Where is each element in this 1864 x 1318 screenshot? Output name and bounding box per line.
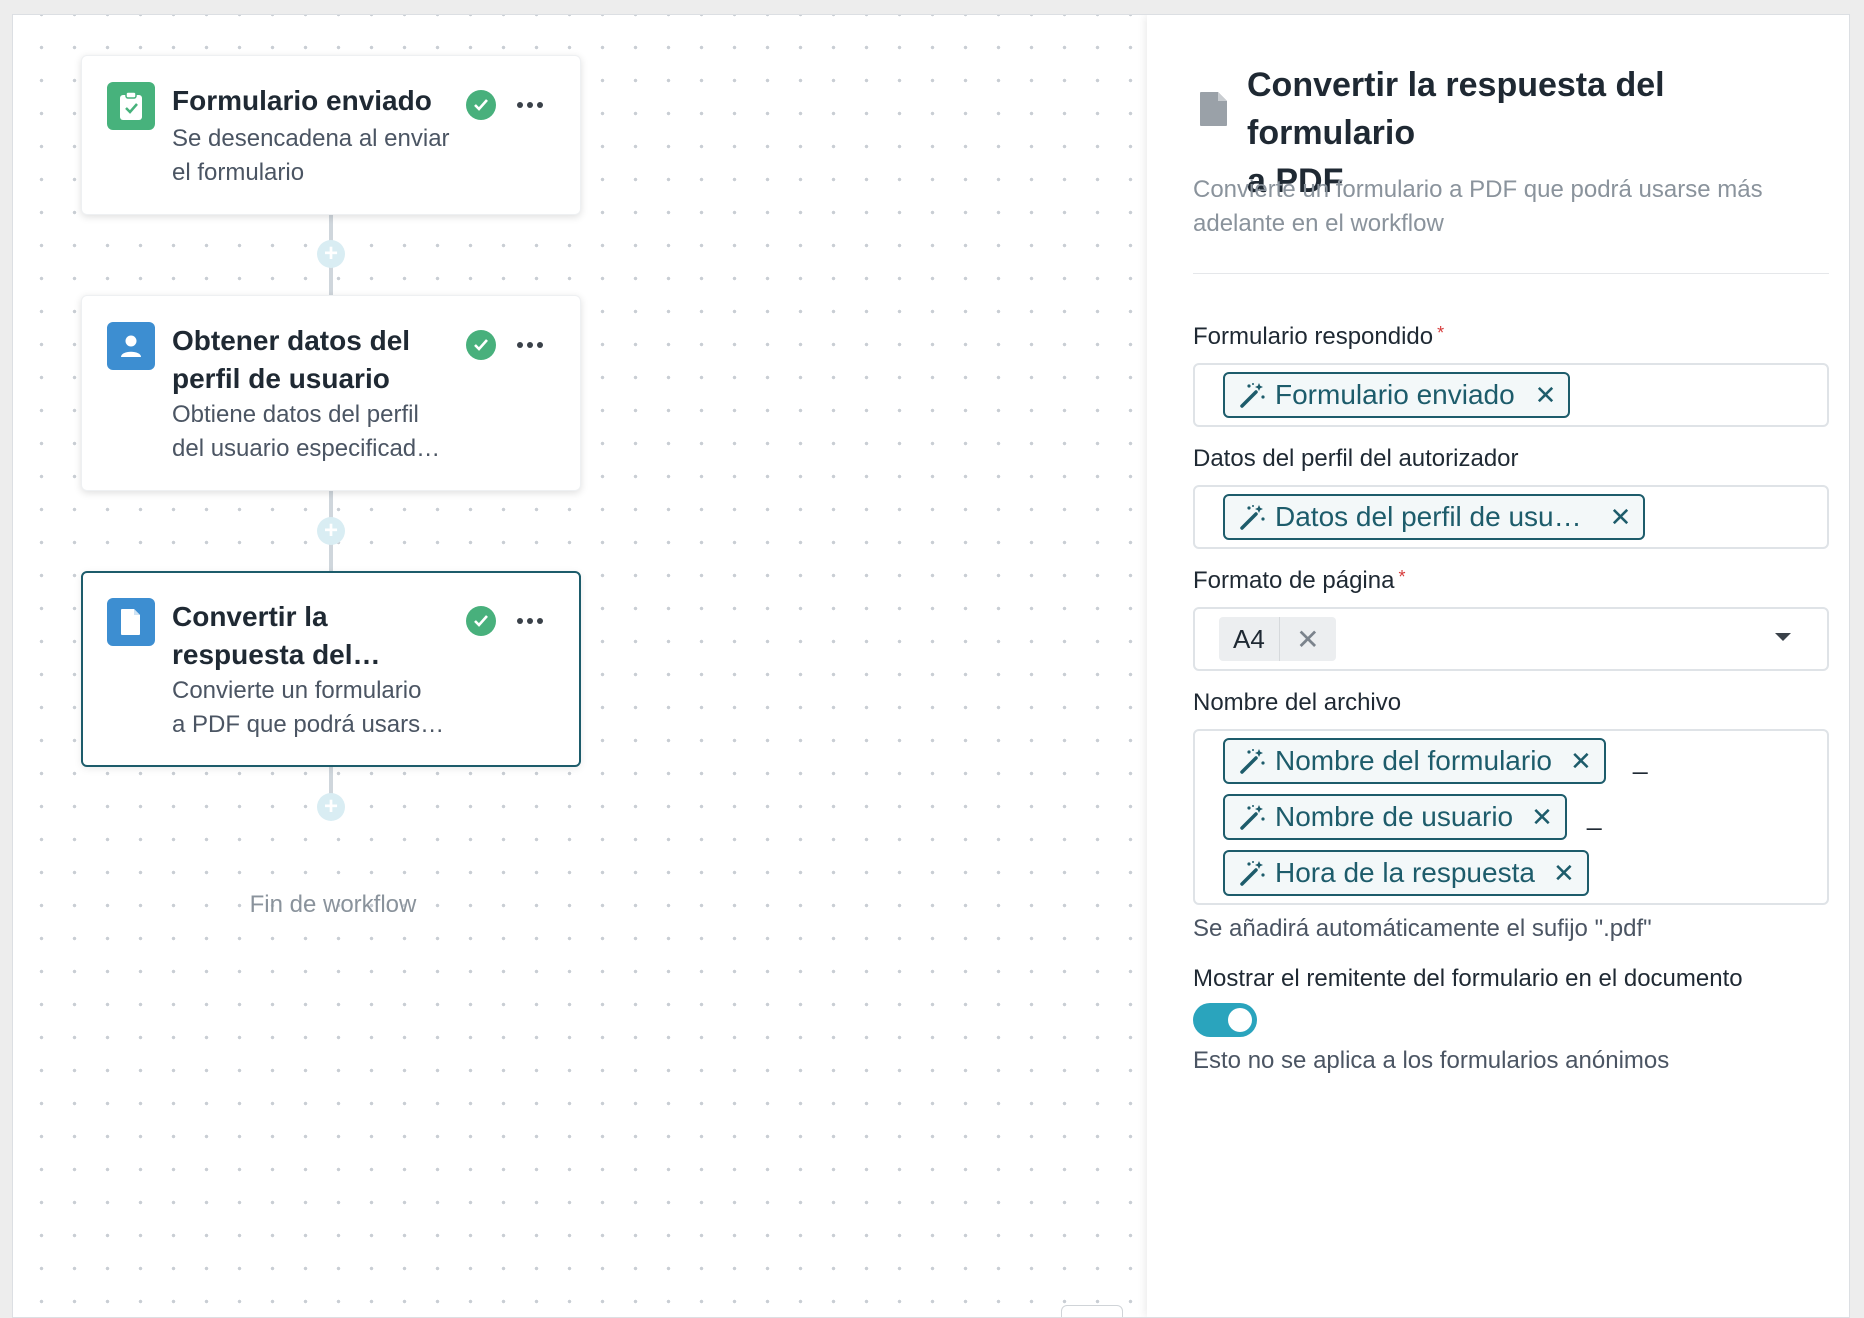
form-field-label-text: Formulario respondido <box>1193 323 1434 350</box>
more-options-icon[interactable] <box>510 330 550 360</box>
workflow-step-card-selected[interactable]: Convertir la respuesta del… Convierte un… <box>81 571 581 767</box>
step-description-line: Convierte un formulario <box>172 677 422 704</box>
step-title: Convertir la respuesta del… <box>172 598 462 674</box>
magic-wand-icon <box>1239 803 1267 831</box>
step-description-line: Obtiene datos del perfil <box>172 401 419 428</box>
variable-chip[interactable]: Nombre de usuario ✕ <box>1223 794 1567 840</box>
filename-label: Nombre del archivo <box>1193 689 1402 716</box>
variable-chip[interactable]: Hora de la respuesta ✕ <box>1223 850 1589 896</box>
profile-field-input[interactable]: Datos del perfil de usu… ✕ <box>1193 485 1829 549</box>
status-check-icon <box>466 330 496 360</box>
magic-wand-icon <box>1239 859 1267 887</box>
close-icon[interactable]: ✕ <box>1553 860 1575 886</box>
panel-description-line: adelante en el workflow <box>1193 210 1444 237</box>
workflow-end-label: Fin de workflow <box>249 891 417 918</box>
workflow-step-card[interactable]: Obtener datos del perfil de usuario Obti… <box>81 295 581 491</box>
show-sender-label: Mostrar el remitente del formulario en e… <box>1193 965 1743 992</box>
chip-label: Hora de la respuesta <box>1275 857 1535 888</box>
page-format-label-text: Formato de página <box>1193 567 1395 594</box>
variable-chip[interactable]: Nombre del formulario ✕ <box>1223 738 1606 784</box>
step-description-line: el formulario <box>172 159 305 186</box>
chip-label: Nombre de usuario <box>1275 801 1514 832</box>
chevron-down-icon[interactable] <box>1775 633 1791 641</box>
step-title-line: Obtener datos del <box>172 325 411 356</box>
step-description-line: a PDF que podrá usars… <box>172 711 445 738</box>
chip-label: Formulario enviado <box>1275 379 1515 410</box>
status-check-icon <box>466 90 496 120</box>
page-format-label: Formato de página * <box>1193 567 1405 595</box>
panel-description: Convierte un formulario a PDF que podrá … <box>1193 173 1793 241</box>
step-settings-panel: Convertir la respuesta del formulario a … <box>1147 15 1849 1317</box>
form-field-label: Formulario respondido * <box>1193 323 1444 351</box>
more-options-icon[interactable] <box>510 606 550 636</box>
required-mark: * <box>1437 323 1445 343</box>
close-icon[interactable]: ✕ <box>1531 804 1553 830</box>
canvas-control[interactable] <box>1061 1305 1123 1317</box>
step-title-line: perfil de usuario <box>172 363 390 394</box>
step-title: Formulario enviado <box>172 85 432 116</box>
magic-wand-icon <box>1239 747 1267 775</box>
magic-wand-icon <box>1239 381 1267 409</box>
required-mark: * <box>1398 567 1406 587</box>
workflow-canvas[interactable]: + + + Formulario enviado Se desencadena … <box>13 15 1147 1317</box>
step-title: Obtener datos del perfil de usuario <box>172 322 462 398</box>
step-description: Se desencadena al enviar el formulario <box>172 122 472 190</box>
user-icon <box>107 322 155 370</box>
status-check-icon <box>466 606 496 636</box>
panel-title-line: Convertir la respuesta del formulario <box>1247 66 1665 152</box>
variable-chip[interactable]: Formulario enviado ✕ <box>1223 372 1571 418</box>
selected-option-tag: A4 ✕ <box>1219 617 1336 661</box>
selected-option-value: A4 <box>1233 623 1265 654</box>
document-icon <box>1199 91 1229 132</box>
show-sender-hint: Esto no se aplica a los formularios anón… <box>1193 1047 1670 1074</box>
page-format-select[interactable]: A4 ✕ <box>1193 607 1829 671</box>
step-title-line: respuesta del… <box>172 639 381 670</box>
separator-text: _ <box>1587 801 1602 831</box>
close-icon[interactable]: ✕ <box>1570 748 1592 774</box>
chip-label: Nombre del formulario <box>1275 745 1552 776</box>
clipboard-check-icon <box>107 82 155 130</box>
chip-label: Datos del perfil de usu… <box>1275 501 1582 532</box>
divider <box>1193 273 1829 274</box>
step-title-line: Convertir la <box>172 601 328 632</box>
close-icon[interactable]: ✕ <box>1610 504 1632 530</box>
step-description: Convierte un formulario a PDF que podrá … <box>172 674 472 742</box>
show-sender-toggle[interactable] <box>1193 1003 1257 1037</box>
filename-input[interactable]: Nombre del formulario ✕ _ Nombre de usua… <box>1193 729 1829 905</box>
panel-description-line: Convierte un formulario a PDF que podrá … <box>1193 176 1763 203</box>
step-description: Obtiene datos del perfil del usuario esp… <box>172 398 472 466</box>
step-description-line: del usuario especificad… <box>172 435 441 462</box>
variable-chip[interactable]: Datos del perfil de usu… ✕ <box>1223 494 1646 540</box>
add-step-button[interactable]: + <box>317 240 345 268</box>
more-options-icon[interactable] <box>510 90 550 120</box>
document-icon <box>107 598 155 646</box>
app-window: + + + Formulario enviado Se desencadena … <box>12 14 1850 1318</box>
profile-field-label: Datos del perfil del autorizador <box>1193 445 1519 472</box>
separator-text: _ <box>1633 745 1648 775</box>
add-step-button[interactable]: + <box>317 517 345 545</box>
step-description-line: Se desencadena al enviar <box>172 125 450 152</box>
add-step-button[interactable]: + <box>317 793 345 821</box>
close-icon[interactable]: ✕ <box>1535 382 1557 408</box>
clear-icon[interactable]: ✕ <box>1278 617 1336 661</box>
workflow-step-card[interactable]: Formulario enviado Se desencadena al env… <box>81 55 581 215</box>
magic-wand-icon <box>1239 503 1267 531</box>
filename-hint: Se añadirá automáticamente el sufijo ".p… <box>1193 915 1652 942</box>
toggle-knob <box>1228 1008 1252 1032</box>
form-field-input[interactable]: Formulario enviado ✕ <box>1193 363 1829 427</box>
